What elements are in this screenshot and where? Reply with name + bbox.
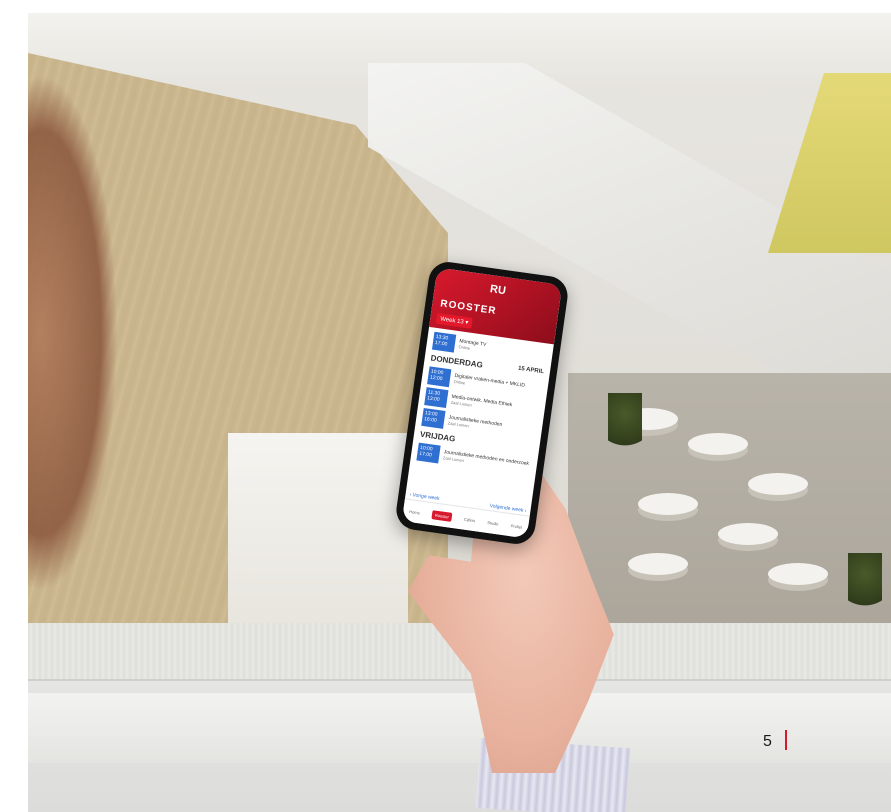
nav-cijfers[interactable]: Cijfers <box>464 516 476 523</box>
background-photo: RU ROOSTER Week 13 ▾ 13:30 17:00 Montage… <box>28 13 891 812</box>
schedule-list: 13:30 17:00 Montage TV Online DONDERDAG … <box>409 327 553 484</box>
cafe-table <box>638 493 698 515</box>
person-hair <box>28 73 118 593</box>
day-name: VRIJDAG <box>419 429 456 444</box>
white-balcony-panel <box>228 433 408 653</box>
yellow-wall-accent <box>768 73 891 253</box>
plant <box>848 553 882 623</box>
cafe-table <box>688 433 748 455</box>
railing-band <box>28 693 891 763</box>
nav-studie[interactable]: Studie <box>487 519 499 526</box>
time-badge: 13:00 16:00 <box>421 407 446 429</box>
phone-screen: RU ROOSTER Week 13 ▾ 13:30 17:00 Montage… <box>401 267 563 539</box>
cafe-table <box>768 563 828 585</box>
time-badge: 11:30 13:00 <box>424 387 449 409</box>
time-badge: 13:30 17:00 <box>431 331 457 353</box>
cafe-table <box>748 473 808 495</box>
nav-rooster[interactable]: Rooster <box>431 509 453 522</box>
nav-home[interactable]: Home <box>409 508 420 514</box>
time-badge: 10:00 12:00 <box>427 366 452 388</box>
nav-profiel[interactable]: Profiel <box>510 523 522 530</box>
day-date: 15 APRIL <box>517 365 545 376</box>
time-badge: 10:00 17:00 <box>416 442 441 464</box>
cafe-table <box>628 553 688 575</box>
app-logo: RU <box>489 283 507 298</box>
week-selector[interactable]: Week 13 ▾ <box>435 312 474 329</box>
page-number: 5 <box>763 733 772 750</box>
plant <box>608 393 642 463</box>
cafe-table <box>718 523 778 545</box>
page-number-bar <box>785 730 787 750</box>
